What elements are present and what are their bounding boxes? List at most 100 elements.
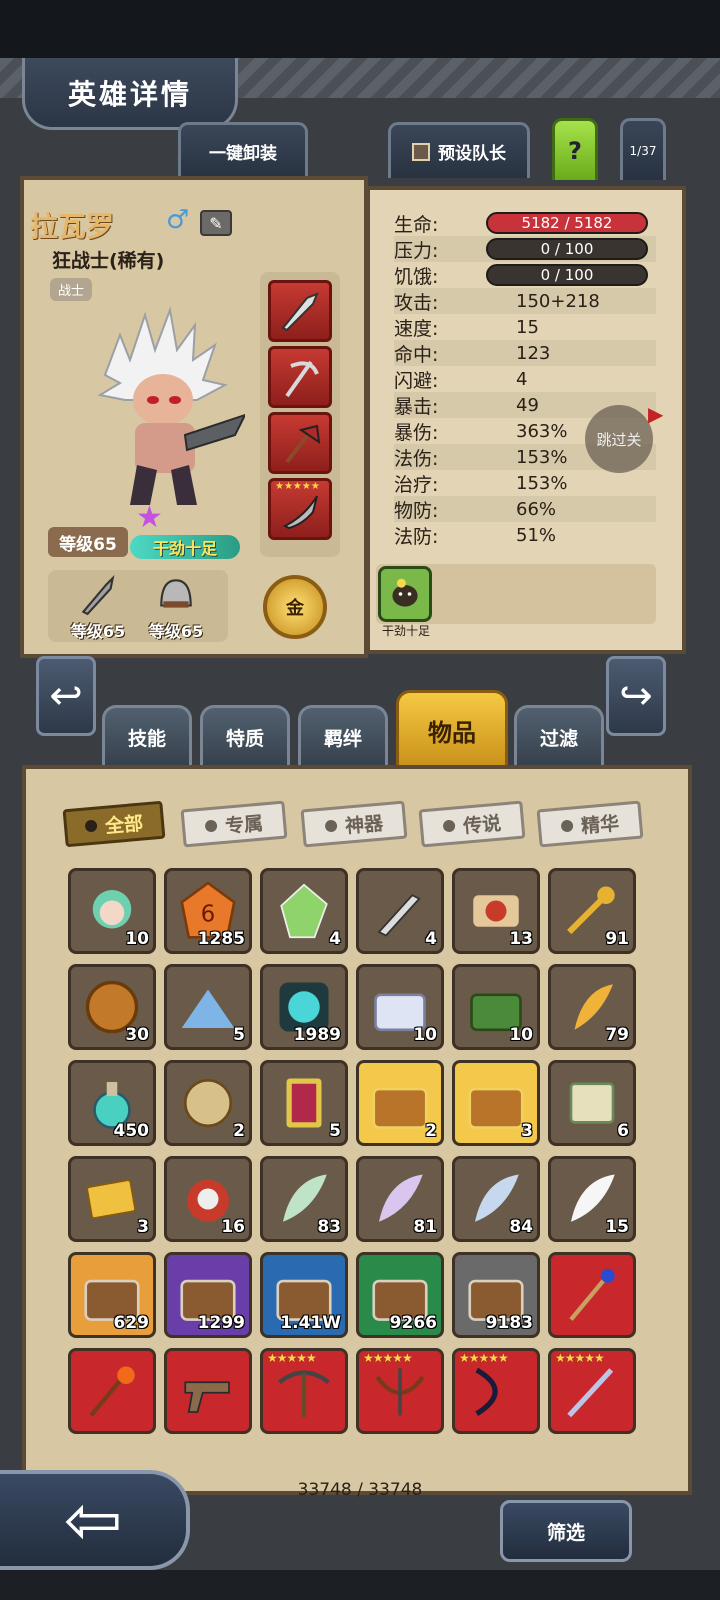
tab-items[interactable]: 物品: [396, 690, 508, 768]
gold-rank-badge[interactable]: 金: [263, 575, 327, 639]
trait-icon[interactable]: [378, 566, 432, 622]
inventory-item[interactable]: 4: [356, 868, 444, 954]
smiling-blob-icon: [392, 578, 418, 607]
item-count: 1299: [197, 1313, 245, 1333]
inventory-item[interactable]: 83: [260, 1156, 348, 1242]
inventory-item[interactable]: 629: [68, 1252, 156, 1338]
stat-row: 压力: 0 / 100: [394, 236, 656, 262]
inventory-item[interactable]: 13: [452, 868, 540, 954]
rarity-stars: ★★★★★: [555, 1351, 605, 1365]
inventory-item[interactable]: [164, 1348, 252, 1434]
rarity-stars: ★★★★★: [267, 1351, 317, 1365]
stat-row: 法防: 51%: [394, 522, 656, 548]
inventory-item[interactable]: 4: [260, 868, 348, 954]
prev-hero-button[interactable]: ↩: [36, 656, 96, 736]
radio-dot-icon: [84, 819, 98, 833]
item-count: 79: [605, 1025, 629, 1045]
inventory-item[interactable]: 84: [452, 1156, 540, 1242]
inventory-item[interactable]: 2: [356, 1060, 444, 1146]
help-button[interactable]: ?: [552, 118, 598, 180]
inventory-item[interactable]: 79: [548, 964, 636, 1050]
hero-type-badge: 战士: [50, 278, 93, 301]
filter-button[interactable]: 筛选: [500, 1500, 632, 1562]
skip-level-float-button[interactable]: 跳过关: [585, 405, 653, 473]
tab-filter[interactable]: 过滤: [514, 705, 604, 767]
stat-row: 生命: 5182 / 5182: [394, 210, 656, 236]
weapon-gear[interactable]: 等级65: [58, 572, 138, 642]
back-button[interactable]: ⇦: [0, 1470, 190, 1570]
stat-value: 66%: [516, 498, 557, 520]
inventory-item[interactable]: ★★★★★: [356, 1348, 444, 1434]
armor-gear[interactable]: 等级65: [136, 572, 216, 642]
inventory-item[interactable]: 16: [164, 1156, 252, 1242]
inventory-item[interactable]: 3: [68, 1156, 156, 1242]
equip-slot-axe[interactable]: [268, 412, 332, 474]
stat-label: 物防:: [394, 499, 439, 522]
inventory-item[interactable]: 91: [548, 868, 636, 954]
stat-value: 4: [516, 368, 528, 390]
equip-slot-sword[interactable]: [268, 280, 332, 342]
checkbox-icon: [412, 142, 430, 161]
inventory-item[interactable]: 1.41W: [260, 1252, 348, 1338]
tab-traits[interactable]: 特质: [200, 705, 290, 767]
stat-label: 饥饿:: [394, 265, 439, 288]
stat-value: 0 / 100: [486, 238, 648, 260]
item-count: 2: [233, 1121, 245, 1141]
inventory-item[interactable]: 10: [452, 964, 540, 1050]
stat-value: 0 / 100: [486, 264, 648, 286]
item-count: 629: [113, 1313, 150, 1333]
rarity-stars: ★★★★★: [459, 1351, 509, 1365]
inventory-item[interactable]: 9183: [452, 1252, 540, 1338]
inventory-item[interactable]: 2: [164, 1060, 252, 1146]
inventory-item[interactable]: 81: [356, 1156, 444, 1242]
expand-arrow-icon[interactable]: ▶: [648, 402, 663, 426]
inventory-item[interactable]: 1299: [164, 1252, 252, 1338]
stat-value: 363%: [516, 420, 568, 442]
next-hero-button[interactable]: ↪: [606, 656, 666, 736]
stat-value: 153%: [516, 472, 568, 494]
helmet-icon: [160, 579, 192, 608]
stat-row: 命中: 123: [394, 340, 656, 366]
hero-level: 等级65: [48, 527, 128, 557]
inventory-item[interactable]: 30: [68, 964, 156, 1050]
item-count: 1989: [293, 1025, 341, 1045]
inventory-item[interactable]: 6 1285: [164, 868, 252, 954]
preset-captain-toggle[interactable]: 预设队长: [388, 122, 530, 178]
equip-slot-blade[interactable]: ★★★★★: [268, 478, 332, 540]
fire-staff-icon: [71, 1351, 153, 1431]
item-count: 13: [509, 929, 533, 949]
tab-bonds[interactable]: 羁绊: [298, 705, 388, 767]
inventory-item[interactable]: ★★★★★: [452, 1348, 540, 1434]
filter-essence-label: 精华: [580, 812, 620, 838]
inventory-item[interactable]: ★★★★★: [260, 1348, 348, 1434]
inventory-item[interactable]: 3: [452, 1060, 540, 1146]
rarity-stars: ★★★★★: [275, 481, 320, 492]
inventory-item[interactable]: [548, 1252, 636, 1338]
inventory-item[interactable]: 6: [548, 1060, 636, 1146]
item-count: 5: [329, 1121, 341, 1141]
inventory-item[interactable]: 1989: [260, 964, 348, 1050]
inventory-item[interactable]: 5: [260, 1060, 348, 1146]
inventory-item[interactable]: ★★★★★: [548, 1348, 636, 1434]
stat-label: 命中:: [394, 343, 439, 366]
inventory-item[interactable]: 10: [68, 868, 156, 954]
hero-class: 狂战士(稀有): [52, 250, 165, 272]
unequip-all-button[interactable]: 一键卸装: [178, 122, 308, 178]
stat-value: 51%: [516, 524, 557, 546]
edit-name-icon[interactable]: ✎: [200, 210, 232, 236]
inventory-item[interactable]: 10: [356, 964, 444, 1050]
equip-slot-scythe[interactable]: [268, 346, 332, 408]
stat-label: 法伤:: [394, 447, 439, 470]
status-bar-area: [0, 0, 720, 58]
inventory-item[interactable]: 9266: [356, 1252, 444, 1338]
inventory-item[interactable]: [68, 1348, 156, 1434]
stat-label: 暴伤:: [394, 421, 439, 444]
radio-dot-icon: [204, 819, 218, 833]
stat-value: 153%: [516, 446, 568, 468]
radio-dot-icon: [442, 819, 456, 833]
tab-skills[interactable]: 技能: [102, 705, 192, 767]
inventory-item[interactable]: 450: [68, 1060, 156, 1146]
inventory-item[interactable]: 5: [164, 964, 252, 1050]
stat-label: 攻击:: [394, 291, 439, 314]
inventory-item[interactable]: 15: [548, 1156, 636, 1242]
